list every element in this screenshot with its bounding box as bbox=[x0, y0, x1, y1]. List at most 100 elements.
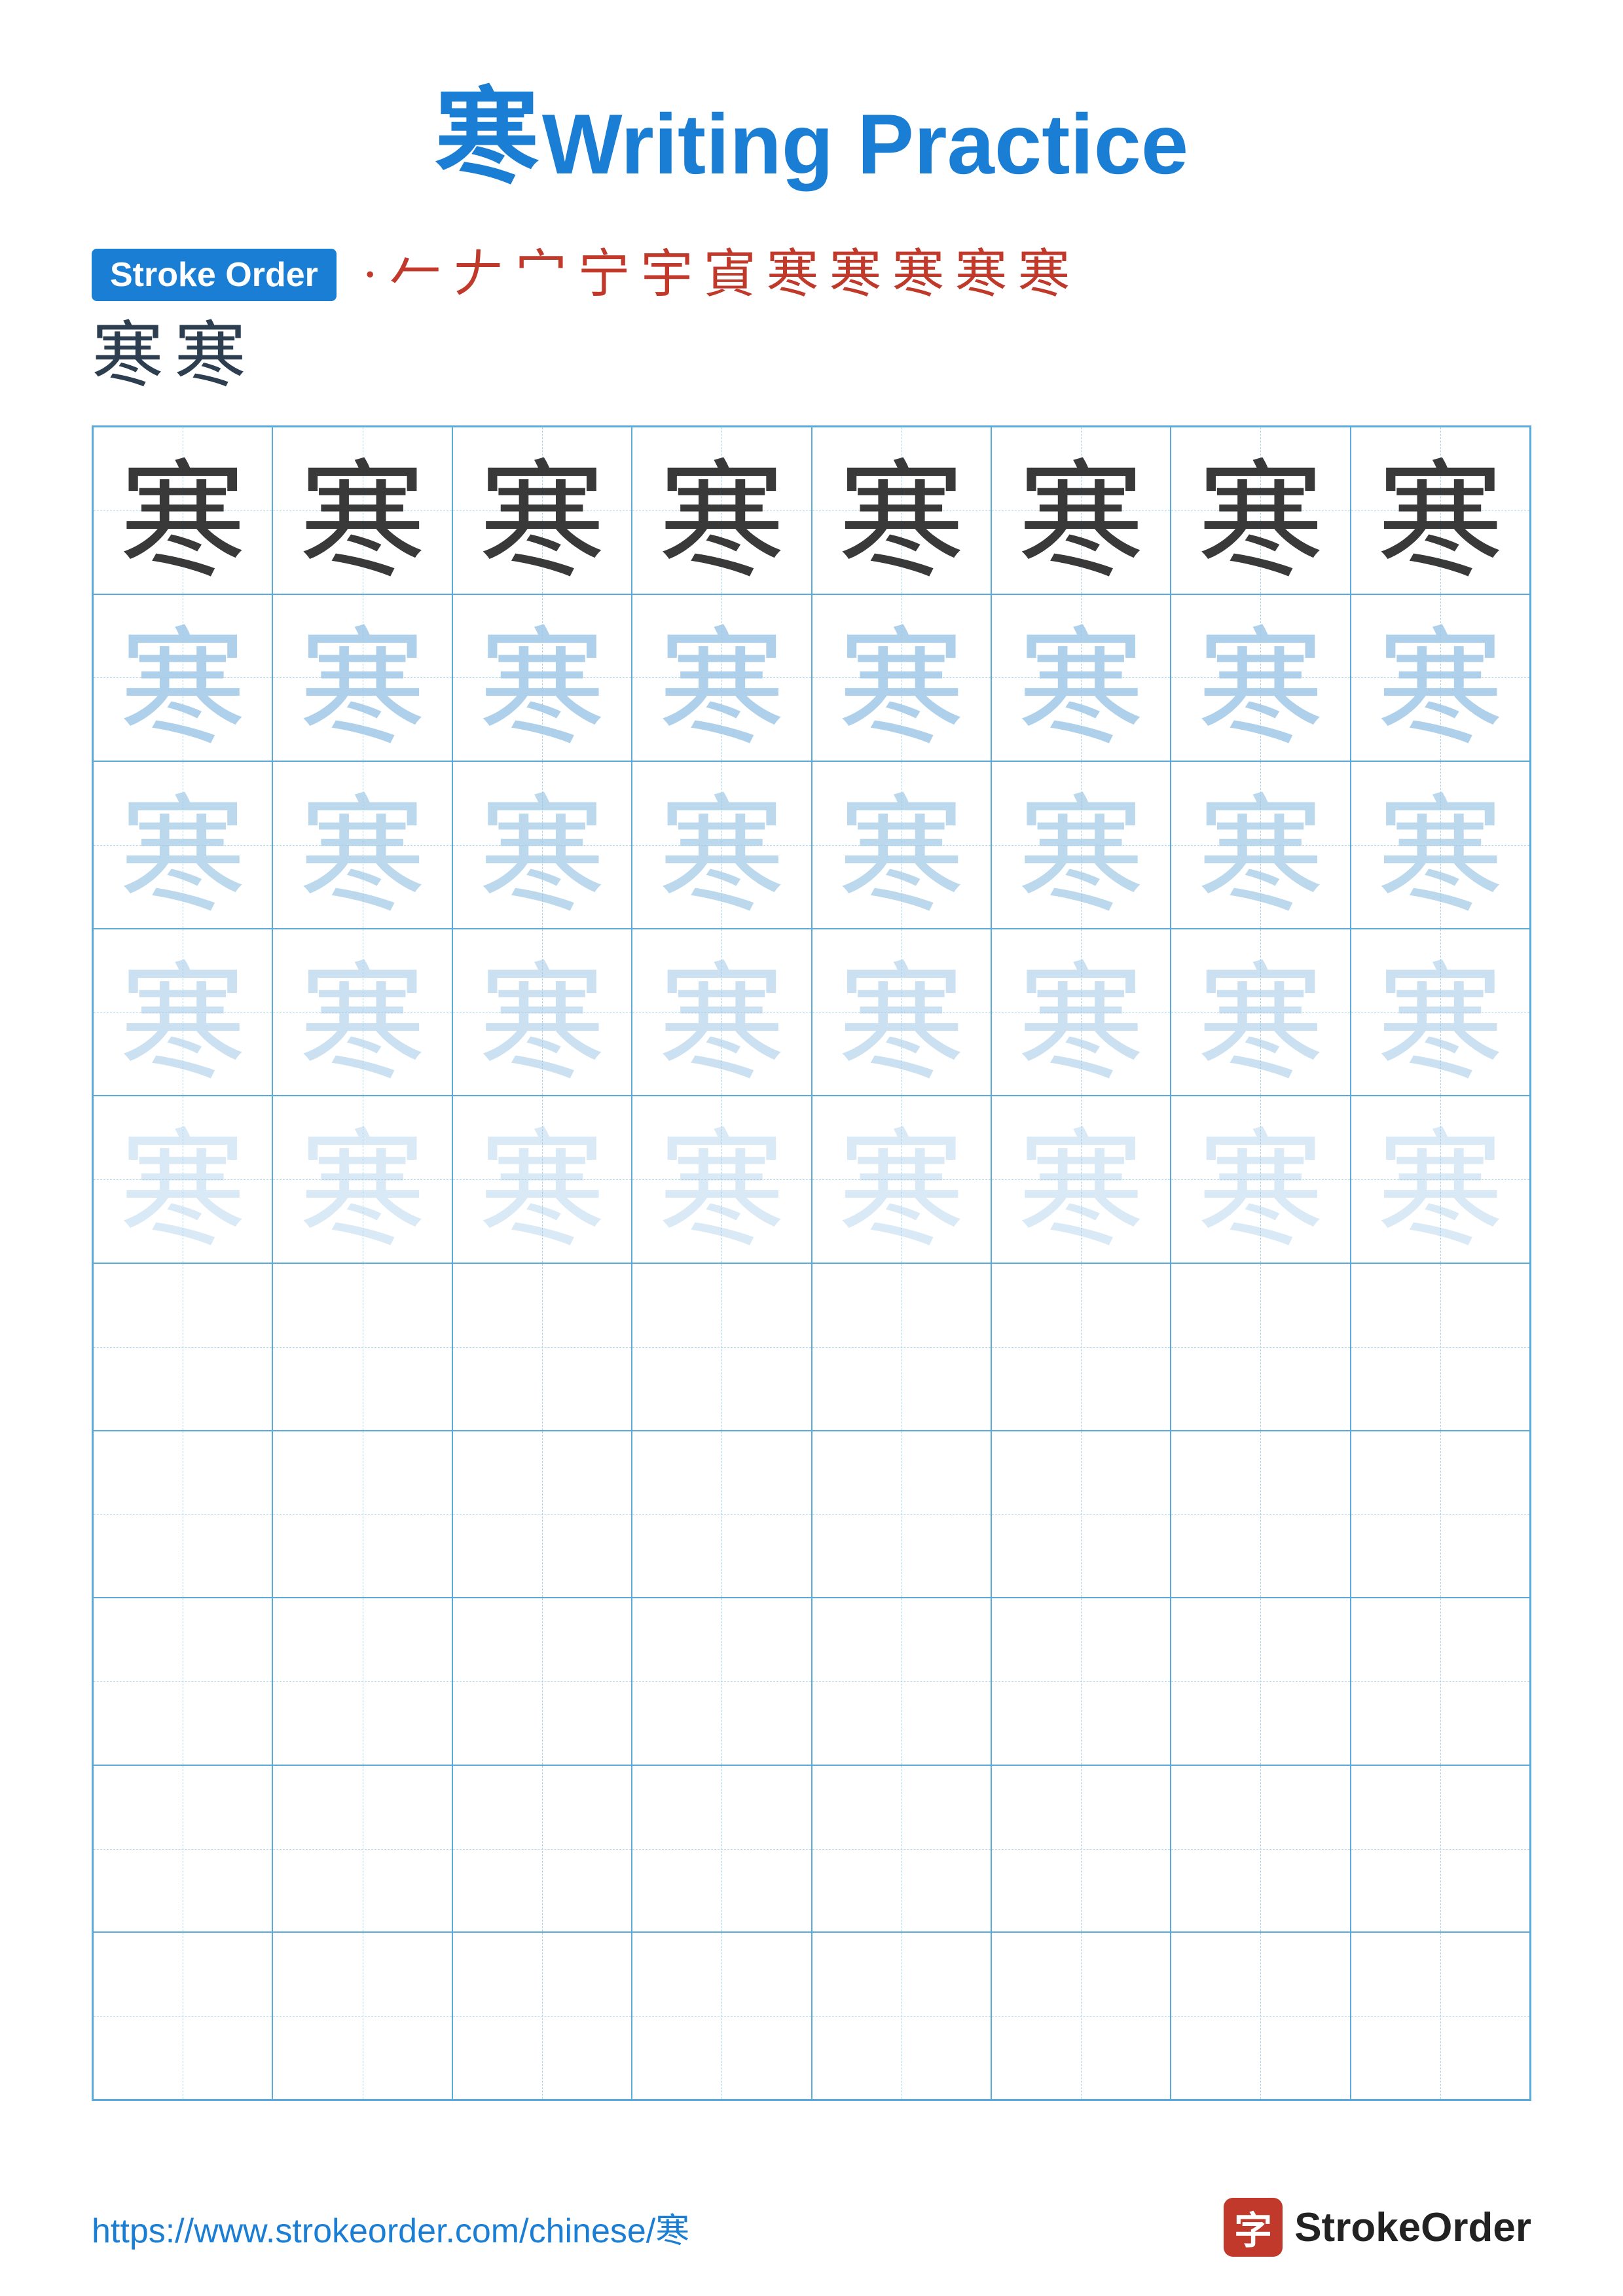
grid-cell[interactable]: 寒 bbox=[452, 761, 632, 929]
grid-cell[interactable]: 寒 bbox=[632, 1096, 811, 1263]
grid-cell[interactable] bbox=[991, 1598, 1171, 1765]
grid-cell[interactable] bbox=[452, 1431, 632, 1598]
grid-cell[interactable] bbox=[812, 1932, 991, 2100]
grid-cell[interactable]: 寒 bbox=[991, 761, 1171, 929]
grid-cell[interactable] bbox=[93, 1598, 272, 1765]
grid-cell[interactable]: 寒 bbox=[452, 594, 632, 762]
grid-cell[interactable]: 寒 bbox=[812, 929, 991, 1096]
grid-cell[interactable] bbox=[812, 1598, 991, 1765]
grid-cell[interactable]: 寒 bbox=[812, 761, 991, 929]
grid-cell[interactable]: 寒 bbox=[632, 427, 811, 594]
stroke-12: 寒 bbox=[1018, 243, 1070, 306]
grid-cell[interactable]: 寒 bbox=[991, 594, 1171, 762]
grid-cell[interactable] bbox=[1351, 1932, 1530, 2100]
grid-cell[interactable]: 寒 bbox=[991, 929, 1171, 1096]
grid-cell[interactable] bbox=[93, 1431, 272, 1598]
stroke-11: 寒 bbox=[955, 243, 1008, 306]
grid-cell[interactable] bbox=[452, 1598, 632, 1765]
practice-char: 寒 bbox=[1017, 594, 1145, 762]
stroke-7: 寊 bbox=[704, 243, 756, 306]
grid-cell[interactable]: 寒 bbox=[812, 1096, 991, 1263]
grid-cell[interactable] bbox=[991, 1431, 1171, 1598]
grid-cell[interactable]: 寒 bbox=[452, 929, 632, 1096]
grid-cell[interactable] bbox=[991, 1932, 1171, 2100]
practice-char: 寒 bbox=[1017, 427, 1145, 594]
grid-cell[interactable]: 寒 bbox=[272, 1096, 452, 1263]
practice-char: 寒 bbox=[1197, 594, 1324, 762]
grid-cell[interactable] bbox=[812, 1263, 991, 1431]
grid-cell[interactable] bbox=[632, 1431, 811, 1598]
grid-cell[interactable] bbox=[93, 1765, 272, 1933]
grid-cell[interactable]: 寒 bbox=[632, 929, 811, 1096]
grid-cell[interactable] bbox=[632, 1598, 811, 1765]
grid-cell[interactable]: 寒 bbox=[632, 594, 811, 762]
grid-cell[interactable]: 寒 bbox=[1171, 761, 1350, 929]
stroke-sequence: · 𠂉 𠂇 宀 宁 宇 寊 寒 寒 寒 寒 寒 bbox=[356, 243, 1076, 306]
grid-cell[interactable] bbox=[991, 1765, 1171, 1933]
grid-cell[interactable] bbox=[272, 1263, 452, 1431]
grid-cell[interactable]: 寒 bbox=[1171, 594, 1350, 762]
grid-cell[interactable]: 寒 bbox=[272, 929, 452, 1096]
grid-cell[interactable] bbox=[812, 1431, 991, 1598]
practice-char: 寒 bbox=[119, 1096, 247, 1263]
grid-cell[interactable] bbox=[1171, 1431, 1350, 1598]
grid-cell[interactable]: 寒 bbox=[1171, 929, 1350, 1096]
practice-char: 寒 bbox=[478, 594, 606, 762]
grid-cell[interactable]: 寒 bbox=[93, 594, 272, 762]
grid-cell[interactable]: 寒 bbox=[812, 594, 991, 762]
practice-char: 寒 bbox=[1376, 427, 1504, 594]
grid-cell[interactable]: 寒 bbox=[1351, 929, 1530, 1096]
practice-char: 寒 bbox=[478, 761, 606, 929]
grid-cell[interactable]: 寒 bbox=[93, 929, 272, 1096]
grid-cell[interactable] bbox=[93, 1932, 272, 2100]
grid-cell[interactable]: 寒 bbox=[1171, 427, 1350, 594]
grid-cell[interactable]: 寒 bbox=[812, 427, 991, 594]
practice-char: 寒 bbox=[119, 594, 247, 762]
grid-cell[interactable] bbox=[991, 1263, 1171, 1431]
grid-cell[interactable] bbox=[1351, 1263, 1530, 1431]
grid-cell[interactable]: 寒 bbox=[93, 1096, 272, 1263]
grid-cell[interactable]: 寒 bbox=[452, 1096, 632, 1263]
grid-cell[interactable] bbox=[452, 1932, 632, 2100]
grid-cell[interactable] bbox=[1171, 1598, 1350, 1765]
grid-cell[interactable]: 寒 bbox=[93, 427, 272, 594]
grid-cell[interactable]: 寒 bbox=[93, 761, 272, 929]
grid-cell[interactable] bbox=[1171, 1263, 1350, 1431]
grid-cell[interactable]: 寒 bbox=[272, 761, 452, 929]
grid-cell[interactable]: 寒 bbox=[991, 1096, 1171, 1263]
grid-cell[interactable]: 寒 bbox=[272, 594, 452, 762]
grid-cell[interactable] bbox=[93, 1263, 272, 1431]
grid-cell[interactable]: 寒 bbox=[991, 427, 1171, 594]
grid-cell[interactable]: 寒 bbox=[1351, 427, 1530, 594]
grid-cell[interactable] bbox=[1351, 1598, 1530, 1765]
practice-char: 寒 bbox=[299, 929, 426, 1096]
practice-char: 寒 bbox=[1017, 1096, 1145, 1263]
grid-cell[interactable] bbox=[632, 1263, 811, 1431]
grid-cell[interactable] bbox=[1351, 1765, 1530, 1933]
grid-cell[interactable]: 寒 bbox=[272, 427, 452, 594]
grid-cell[interactable] bbox=[272, 1765, 452, 1933]
grid-cell[interactable]: 寒 bbox=[632, 761, 811, 929]
grid-cell[interactable] bbox=[1171, 1932, 1350, 2100]
grid-cell[interactable] bbox=[272, 1431, 452, 1598]
grid-cell[interactable] bbox=[272, 1932, 452, 2100]
grid-cell[interactable]: 寒 bbox=[452, 427, 632, 594]
grid-cell[interactable] bbox=[1351, 1431, 1530, 1598]
grid-cell[interactable]: 寒 bbox=[1351, 1096, 1530, 1263]
grid-cell[interactable]: 寒 bbox=[1351, 761, 1530, 929]
grid-cell[interactable]: 寒 bbox=[1351, 594, 1530, 762]
grid-cell[interactable] bbox=[632, 1765, 811, 1933]
grid-cell[interactable] bbox=[812, 1765, 991, 1933]
practice-char: 寒 bbox=[658, 427, 786, 594]
grid-cell[interactable] bbox=[452, 1263, 632, 1431]
practice-char: 寒 bbox=[1376, 761, 1504, 929]
grid-cell[interactable] bbox=[452, 1765, 632, 1933]
stroke-6: 宇 bbox=[641, 243, 693, 306]
practice-char: 寒 bbox=[478, 427, 606, 594]
footer-url[interactable]: https://www.strokeorder.com/chinese/寒 bbox=[92, 2203, 689, 2252]
grid-cell[interactable] bbox=[272, 1598, 452, 1765]
grid-cell[interactable] bbox=[632, 1932, 811, 2100]
grid-cell[interactable] bbox=[1171, 1765, 1350, 1933]
stroke-8: 寒 bbox=[767, 243, 819, 306]
grid-cell[interactable]: 寒 bbox=[1171, 1096, 1350, 1263]
